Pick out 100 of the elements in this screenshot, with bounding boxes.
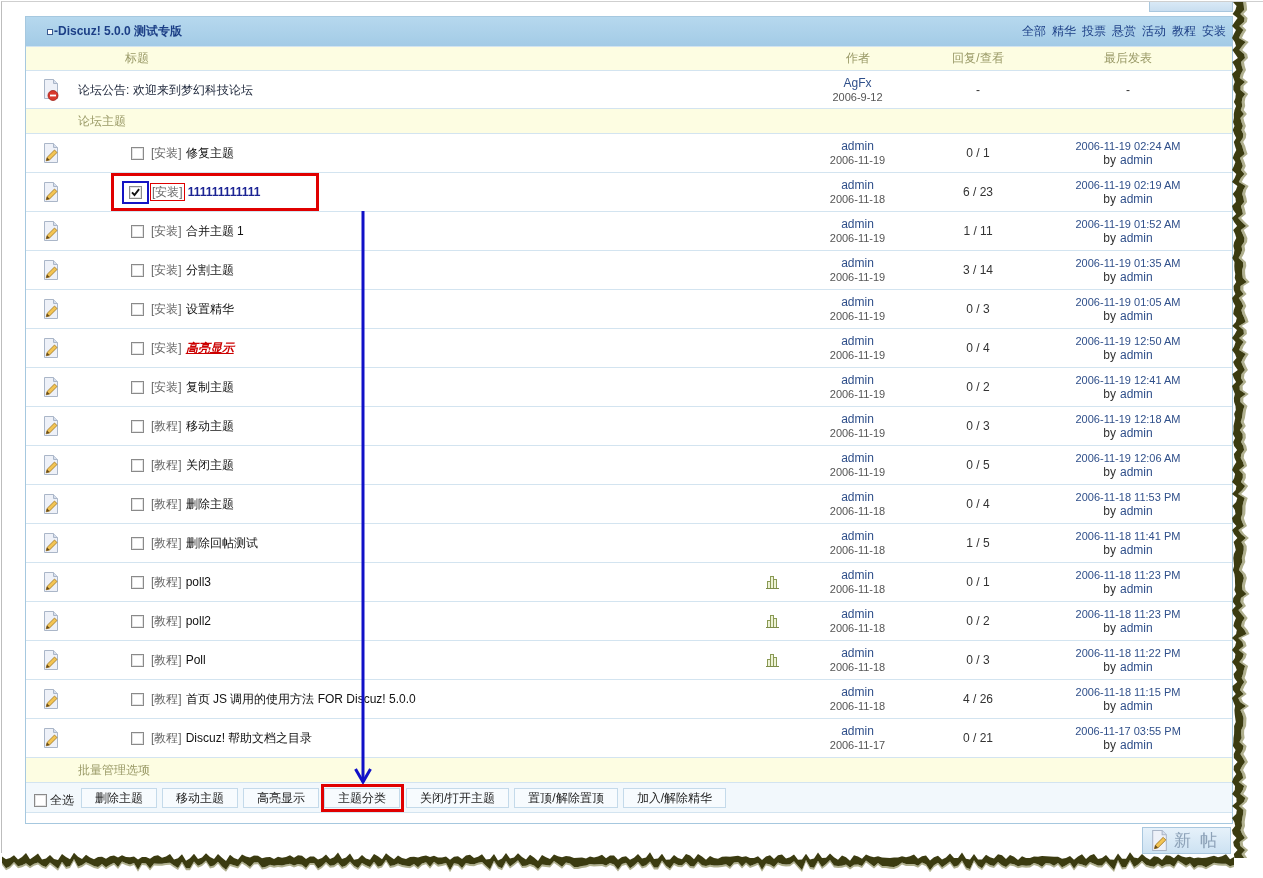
thread-title-link[interactable]: poll3 bbox=[185, 575, 212, 589]
checkbox[interactable] bbox=[131, 614, 144, 628]
last-post-time-link[interactable]: 2006-11-19 12:41 AM bbox=[1075, 373, 1181, 387]
thread-type-label[interactable]: [教程] bbox=[150, 690, 183, 708]
batch-button[interactable]: 关闭/打开主题 bbox=[406, 787, 510, 808]
checkbox[interactable] bbox=[131, 575, 144, 589]
last-post-time-link[interactable]: 2006-11-18 11:53 PM bbox=[1075, 490, 1181, 504]
filter-link[interactable]: 投票 bbox=[1082, 23, 1106, 40]
filter-link[interactable]: 精华 bbox=[1052, 23, 1076, 40]
last-poster-link[interactable]: admin bbox=[1120, 543, 1153, 557]
checkbox[interactable] bbox=[131, 380, 144, 394]
batch-button[interactable]: 主题分类 bbox=[324, 787, 400, 808]
last-poster-link[interactable]: admin bbox=[1120, 192, 1153, 206]
author-link[interactable]: admin bbox=[841, 373, 874, 387]
checkbox[interactable] bbox=[131, 341, 144, 355]
thread-type-label[interactable]: [教程] bbox=[150, 651, 183, 669]
last-post-time-link[interactable]: 2006-11-19 02:24 AM bbox=[1075, 139, 1181, 153]
last-post-time-link[interactable]: 2006-11-18 11:22 PM bbox=[1075, 646, 1181, 660]
thread-title-link[interactable]: 删除回帖测试 bbox=[185, 536, 258, 550]
thread-title-link[interactable]: 关闭主题 bbox=[185, 458, 234, 472]
filter-link[interactable]: 安装 bbox=[1202, 23, 1226, 40]
last-post-time-link[interactable]: 2006-11-19 12:18 AM bbox=[1075, 412, 1181, 426]
last-post-time-link[interactable]: 2006-11-19 12:06 AM bbox=[1075, 451, 1181, 465]
last-poster-link[interactable]: admin bbox=[1120, 582, 1153, 596]
thread-type-label[interactable]: [安装] bbox=[150, 300, 183, 318]
last-poster-link[interactable]: admin bbox=[1120, 660, 1153, 674]
filter-link[interactable]: 教程 bbox=[1172, 23, 1196, 40]
last-post-time-link[interactable]: 2006-11-18 11:23 PM bbox=[1075, 607, 1181, 621]
author-link[interactable]: admin bbox=[841, 217, 874, 231]
batch-button[interactable]: 删除主题 bbox=[81, 787, 157, 808]
thread-title-link[interactable]: 复制主题 bbox=[185, 380, 234, 394]
thread-title-link[interactable]: 修复主题 bbox=[185, 146, 234, 160]
filter-link[interactable]: 活动 bbox=[1142, 23, 1166, 40]
last-poster-link[interactable]: admin bbox=[1120, 309, 1153, 323]
author-link[interactable]: admin bbox=[841, 256, 874, 270]
thread-type-label[interactable]: [教程] bbox=[150, 495, 183, 513]
thread-title-link[interactable]: 高亮显示 bbox=[185, 341, 234, 355]
author-link[interactable]: admin bbox=[841, 295, 874, 309]
thread-type-label[interactable]: [安装] bbox=[150, 144, 183, 162]
thread-type-label[interactable]: [安装] bbox=[150, 378, 183, 396]
author-link[interactable]: admin bbox=[841, 607, 874, 621]
last-post-time-link[interactable]: 2006-11-18 11:23 PM bbox=[1075, 568, 1181, 582]
checkbox[interactable] bbox=[131, 692, 144, 706]
last-poster-link[interactable]: admin bbox=[1120, 621, 1153, 635]
filter-link[interactable]: 悬赏 bbox=[1112, 23, 1136, 40]
last-poster-link[interactable]: admin bbox=[1120, 387, 1153, 401]
author-link[interactable]: admin bbox=[841, 646, 874, 660]
thread-title-link[interactable]: 合并主题 1 bbox=[185, 224, 244, 238]
thread-type-label[interactable]: [安装] bbox=[150, 183, 185, 201]
thread-type-label[interactable]: [安装] bbox=[150, 339, 183, 357]
thread-title-link[interactable]: 111111111111 bbox=[187, 185, 261, 199]
last-post-time-link[interactable]: 2006-11-19 01:35 AM bbox=[1075, 256, 1181, 270]
author-link[interactable]: admin bbox=[841, 490, 874, 504]
last-post-time-link[interactable]: 2006-11-18 11:15 PM bbox=[1075, 685, 1181, 699]
last-post-time-link[interactable]: 2006-11-19 01:05 AM bbox=[1075, 295, 1181, 309]
author-link[interactable]: admin bbox=[841, 178, 874, 192]
last-poster-link[interactable]: admin bbox=[1120, 426, 1153, 440]
checkbox[interactable] bbox=[131, 419, 144, 433]
thread-type-label[interactable]: [教程] bbox=[150, 534, 183, 552]
thread-title-link[interactable]: poll2 bbox=[185, 614, 212, 628]
checkbox[interactable] bbox=[131, 302, 144, 316]
checkbox[interactable] bbox=[129, 185, 142, 199]
checkbox[interactable] bbox=[131, 653, 144, 667]
last-poster-link[interactable]: admin bbox=[1120, 153, 1153, 167]
last-post-time-link[interactable]: 2006-11-19 02:19 AM bbox=[1075, 178, 1181, 192]
last-poster-link[interactable]: admin bbox=[1120, 504, 1153, 518]
thread-type-label[interactable]: [教程] bbox=[150, 456, 183, 474]
thread-type-label[interactable]: [教程] bbox=[150, 612, 183, 630]
author-link[interactable]: admin bbox=[841, 451, 874, 465]
author-link[interactable]: AgFx bbox=[843, 75, 872, 90]
thread-title-link[interactable]: 设置精华 bbox=[185, 302, 234, 316]
last-poster-link[interactable]: admin bbox=[1120, 738, 1153, 752]
checkbox[interactable] bbox=[131, 224, 144, 238]
thread-title-link[interactable]: Poll bbox=[185, 653, 206, 667]
announcement-title-link[interactable]: 论坛公告: 欢迎来到梦幻科技论坛 bbox=[78, 82, 253, 97]
batch-button[interactable]: 加入/解除精华 bbox=[622, 787, 727, 808]
last-post-time-link[interactable]: 2006-11-19 01:52 AM bbox=[1075, 217, 1181, 231]
checkbox[interactable] bbox=[131, 146, 144, 160]
author-link[interactable]: admin bbox=[841, 139, 874, 153]
last-poster-link[interactable]: admin bbox=[1120, 465, 1153, 479]
author-link[interactable]: admin bbox=[841, 412, 874, 426]
last-poster-link[interactable]: admin bbox=[1120, 231, 1153, 245]
author-link[interactable]: admin bbox=[841, 568, 874, 582]
author-link[interactable]: admin bbox=[841, 529, 874, 543]
filter-link[interactable]: 全部 bbox=[1022, 23, 1046, 40]
author-link[interactable]: admin bbox=[841, 724, 874, 738]
last-post-time-link[interactable]: 2006-11-17 03:55 PM bbox=[1075, 724, 1181, 738]
batch-button[interactable]: 置顶/解除置顶 bbox=[514, 787, 618, 808]
thread-type-label[interactable]: [教程] bbox=[150, 573, 183, 591]
thread-type-label[interactable]: [安装] bbox=[150, 261, 183, 279]
author-link[interactable]: admin bbox=[841, 334, 874, 348]
checkbox[interactable] bbox=[131, 536, 144, 550]
thread-type-label[interactable]: [教程] bbox=[150, 729, 183, 747]
thread-title-link[interactable]: Discuz! 帮助文档之目录 bbox=[185, 731, 313, 745]
last-poster-link[interactable]: admin bbox=[1120, 270, 1153, 284]
checkbox[interactable] bbox=[131, 731, 144, 745]
checkbox[interactable] bbox=[131, 263, 144, 277]
last-poster-link[interactable]: admin bbox=[1120, 699, 1153, 713]
author-link[interactable]: admin bbox=[841, 685, 874, 699]
thread-title-link[interactable]: 分割主题 bbox=[185, 263, 234, 277]
